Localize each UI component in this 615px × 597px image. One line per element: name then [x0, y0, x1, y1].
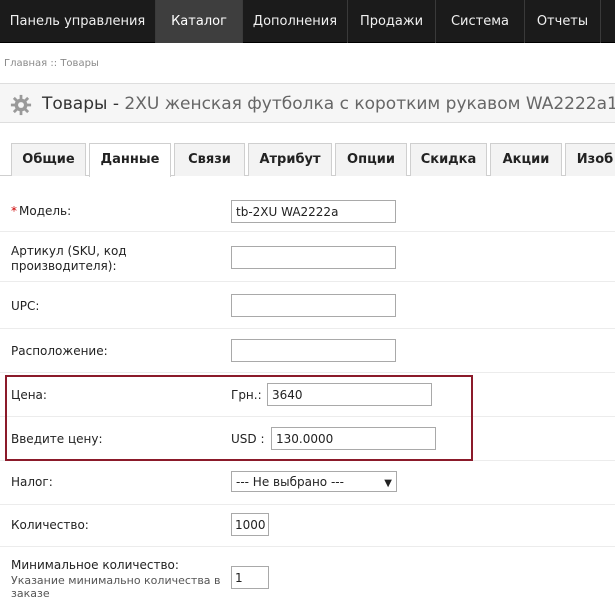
form-row-upc: UPC:: [0, 282, 615, 329]
form-row-tax: Налог: --- Не выбрано --- ▼: [0, 461, 615, 505]
quantity-input[interactable]: [231, 513, 269, 536]
form-row-location: Расположение:: [0, 329, 615, 373]
tax-select[interactable]: --- Не выбрано --- ▼: [231, 471, 397, 492]
page-title-prefix: Товары -: [42, 94, 125, 114]
min-quantity-input[interactable]: [231, 566, 269, 589]
tab-data[interactable]: Данные: [89, 143, 171, 177]
nav-item-dashboard[interactable]: Панель управления: [0, 0, 156, 43]
dropdown-arrow-icon: ▼: [384, 478, 392, 489]
page-heading: Товары - 2XU женская футболка с коротким…: [0, 83, 615, 123]
page-title: Товары - 2XU женская футболка с коротким…: [42, 94, 615, 114]
nav-item-reports[interactable]: Отчеты: [525, 0, 601, 43]
tab-discount[interactable]: Скидка: [410, 143, 487, 176]
breadcrumb-current[interactable]: Товары: [60, 58, 99, 69]
upc-label: UPC:: [11, 299, 40, 313]
nav-item-extensions[interactable]: Дополнения: [243, 0, 348, 43]
product-name: 2XU женская футболка с коротким рукавом: [124, 94, 521, 114]
sku-label: Артикул (SKU, код производителя):: [11, 244, 127, 273]
breadcrumb-separator: ::: [50, 58, 58, 69]
min-quantity-hint: Указание минимально количества в заказе: [11, 574, 221, 597]
model-label: * Модель:: [11, 204, 72, 218]
price-highlight-box: [5, 375, 473, 461]
sku-input[interactable]: [231, 246, 396, 269]
tab-attribute[interactable]: Атрибут: [248, 143, 332, 176]
tab-images[interactable]: Изоб: [565, 143, 615, 176]
min-quantity-label: Минимальное количество: Указание минимал…: [11, 558, 226, 597]
nav-item-sales[interactable]: Продажи: [348, 0, 436, 43]
nav-item-system[interactable]: Система: [436, 0, 525, 43]
required-mark: *: [11, 204, 17, 218]
gear-icon: [10, 94, 32, 116]
tab-links[interactable]: Связи: [174, 143, 245, 176]
location-input[interactable]: [231, 339, 396, 362]
breadcrumb-home[interactable]: Главная: [4, 58, 47, 69]
tab-general[interactable]: Общие: [11, 143, 86, 176]
tax-label: Налог:: [11, 475, 53, 489]
tab-specials[interactable]: Акции: [490, 143, 562, 176]
top-nav: Панель управления Каталог Дополнения Про…: [0, 0, 615, 43]
form-row-model: * Модель:: [0, 190, 615, 232]
product-sku: WA2222a11: [525, 94, 615, 114]
form-row-min-quantity: Минимальное количество: Указание минимал…: [0, 547, 615, 597]
model-input[interactable]: [231, 200, 396, 223]
location-label: Расположение:: [11, 344, 108, 358]
tab-options[interactable]: Опции: [335, 143, 407, 176]
form-row-sku: Артикул (SKU, код производителя):: [0, 232, 615, 282]
quantity-label: Количество:: [11, 518, 89, 532]
tax-select-value: --- Не выбрано ---: [236, 475, 344, 489]
upc-input[interactable]: [231, 294, 396, 317]
nav-item-catalog[interactable]: Каталог: [156, 0, 243, 43]
breadcrumb: Главная :: Товары: [4, 58, 99, 69]
tab-bar: Общие Данные Связи Атрибут Опции Скидка …: [0, 143, 615, 177]
form-row-quantity: Количество:: [0, 505, 615, 547]
